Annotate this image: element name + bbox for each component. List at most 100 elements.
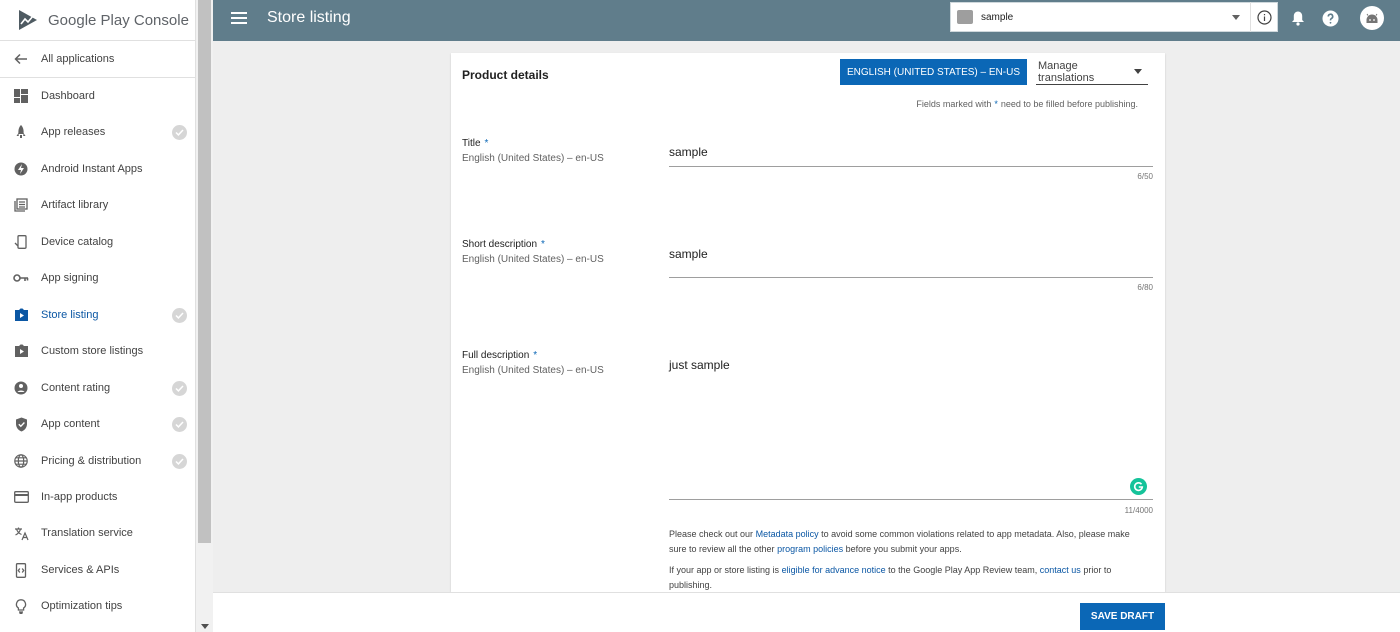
full-description-label: Full description * xyxy=(462,350,537,361)
chevron-down-icon xyxy=(1134,69,1142,74)
footer-bar: SAVE DRAFT xyxy=(213,592,1400,632)
app-thumbnail-icon xyxy=(957,10,973,24)
sidebar-item-label: App signing xyxy=(41,272,99,284)
save-draft-button[interactable]: SAVE DRAFT xyxy=(1080,603,1165,630)
advance-notice-link[interactable]: eligible for advance notice xyxy=(782,565,886,575)
advance-notice-note: If your app or store listing is eligible… xyxy=(669,563,1149,592)
store-icon xyxy=(12,306,30,324)
sidebar-item-services-apis[interactable]: Services & APIs xyxy=(0,552,196,588)
required-star: * xyxy=(484,138,489,149)
top-app-bar: Store listing sample xyxy=(213,0,1400,41)
manage-translations-dropdown[interactable]: Manage translations xyxy=(1036,59,1148,85)
account-avatar[interactable] xyxy=(1360,6,1384,30)
title-field-language: English (United States) – en-US xyxy=(462,153,604,164)
help-icon[interactable] xyxy=(1321,9,1339,27)
scroll-down-arrow-icon[interactable] xyxy=(201,624,209,629)
sidebar: Google Play Console All applications Das… xyxy=(0,0,196,632)
info-icon[interactable] xyxy=(1251,9,1277,25)
brand[interactable]: Google Play Console xyxy=(0,0,195,41)
product-details-card: Product details ENGLISH (UNITED STATES) … xyxy=(451,53,1165,592)
app-selector-value: sample xyxy=(981,11,1014,23)
language-button[interactable]: ENGLISH (UNITED STATES) – EN-US xyxy=(840,59,1027,85)
check-circle-icon xyxy=(172,124,187,140)
contact-us-link[interactable]: contact us xyxy=(1040,565,1081,575)
sidebar-item-label: Dashboard xyxy=(41,90,95,102)
sidebar-item-app-signing[interactable]: App signing xyxy=(0,260,196,296)
title-char-counter: 6/50 xyxy=(1137,172,1153,181)
custom-listing-icon xyxy=(12,342,30,360)
sidebar-item-in-app-products[interactable]: In-app products xyxy=(0,479,196,515)
sidebar-item-label: App releases xyxy=(41,126,106,138)
policy-text: to the Google Play App Review team, xyxy=(888,565,1038,575)
field-label-text: Title xyxy=(462,138,481,149)
bulb-icon xyxy=(12,597,30,615)
chevron-down-icon xyxy=(1232,14,1240,20)
required-star: * xyxy=(541,239,545,250)
policy-text: If your app or store listing is xyxy=(669,565,780,575)
card-icon xyxy=(12,488,30,506)
globe-icon xyxy=(12,452,30,470)
metadata-policy-note: Please check out our Metadata policy to … xyxy=(669,527,1149,557)
check-circle-icon xyxy=(172,380,187,396)
sidebar-item-custom-store-listings[interactable]: Custom store listings xyxy=(0,333,196,369)
sidebar-item-label: Services & APIs xyxy=(41,564,120,576)
sidebar-item-artifact-library[interactable]: Artifact library xyxy=(0,187,196,223)
sidebar-back-label: All applications xyxy=(41,53,115,65)
key-icon xyxy=(12,269,30,287)
required-note-suffix: need to be filled before publishing. xyxy=(1000,99,1138,109)
short-description-char-counter: 6/80 xyxy=(1137,283,1153,292)
sidebar-item-pricing-distribution[interactable]: Pricing & distribution xyxy=(0,443,196,479)
policy-text: before you submit your apps. xyxy=(845,544,962,554)
sidebar-back-all-applications[interactable]: All applications xyxy=(0,41,196,77)
sidebar-item-dashboard[interactable]: Dashboard xyxy=(0,78,196,114)
translate-icon xyxy=(12,524,30,542)
short-description-language: English (United States) – en-US xyxy=(462,254,604,265)
required-fields-note: Fields marked with * need to be filled bef… xyxy=(916,99,1138,109)
brand-name: Google Play Console xyxy=(48,11,189,29)
dashboard-icon xyxy=(12,87,30,105)
required-star: * xyxy=(994,99,998,109)
sidebar-item-label: In-app products xyxy=(41,491,118,503)
required-note-prefix: Fields marked with xyxy=(916,99,992,109)
sidebar-scrollbar[interactable] xyxy=(196,0,213,632)
sidebar-item-android-instant-apps[interactable]: Android Instant Apps xyxy=(0,151,196,187)
sidebar-item-label: Translation service xyxy=(41,527,133,539)
sidebar-item-app-releases[interactable]: App releases xyxy=(0,114,196,150)
full-description-char-counter: 11/4000 xyxy=(1124,506,1153,515)
title-input[interactable]: sample xyxy=(669,145,1153,167)
scrollbar-thumb[interactable] xyxy=(198,0,211,543)
instant-apps-icon xyxy=(12,160,30,178)
check-circle-icon xyxy=(172,416,187,432)
rating-icon xyxy=(12,379,30,397)
check-circle-icon xyxy=(172,307,187,323)
short-description-input[interactable]: sample xyxy=(669,247,1153,278)
card-title: Product details xyxy=(462,68,549,82)
menu-icon[interactable] xyxy=(231,12,247,28)
sidebar-item-store-listing[interactable]: Store listing xyxy=(0,297,196,333)
title-field-label: Title * xyxy=(462,138,488,149)
notifications-bell-icon[interactable] xyxy=(1289,9,1307,27)
field-label-text: Full description xyxy=(462,350,530,361)
full-description-language: English (United States) – en-US xyxy=(462,365,604,376)
grammarly-icon[interactable] xyxy=(1130,478,1147,495)
sidebar-item-translation-service[interactable]: Translation service xyxy=(0,515,196,551)
sidebar-item-label: Device catalog xyxy=(41,236,114,248)
metadata-policy-link[interactable]: Metadata policy xyxy=(756,529,819,539)
sidebar-item-label: Custom store listings xyxy=(41,345,144,357)
app-selector[interactable]: sample xyxy=(950,2,1278,32)
sidebar-item-label: Android Instant Apps xyxy=(41,163,143,175)
device-icon xyxy=(12,233,30,251)
full-description-textarea[interactable]: just sample xyxy=(669,358,1153,500)
program-policies-link[interactable]: program policies xyxy=(777,544,843,554)
manage-translations-label: Manage translations xyxy=(1038,59,1095,84)
sidebar-item-label: Artifact library xyxy=(41,199,109,211)
field-label-text: Short description xyxy=(462,239,538,250)
sidebar-item-content-rating[interactable]: Content rating xyxy=(0,370,196,406)
sidebar-item-label: App content xyxy=(41,418,100,430)
sidebar-item-label: Optimization tips xyxy=(41,600,123,612)
sidebar-item-app-content[interactable]: App content xyxy=(0,406,196,442)
short-description-label: Short description * xyxy=(462,239,545,250)
api-icon xyxy=(12,561,30,579)
sidebar-item-device-catalog[interactable]: Device catalog xyxy=(0,224,196,260)
sidebar-item-optimization-tips[interactable]: Optimization tips xyxy=(0,588,196,624)
